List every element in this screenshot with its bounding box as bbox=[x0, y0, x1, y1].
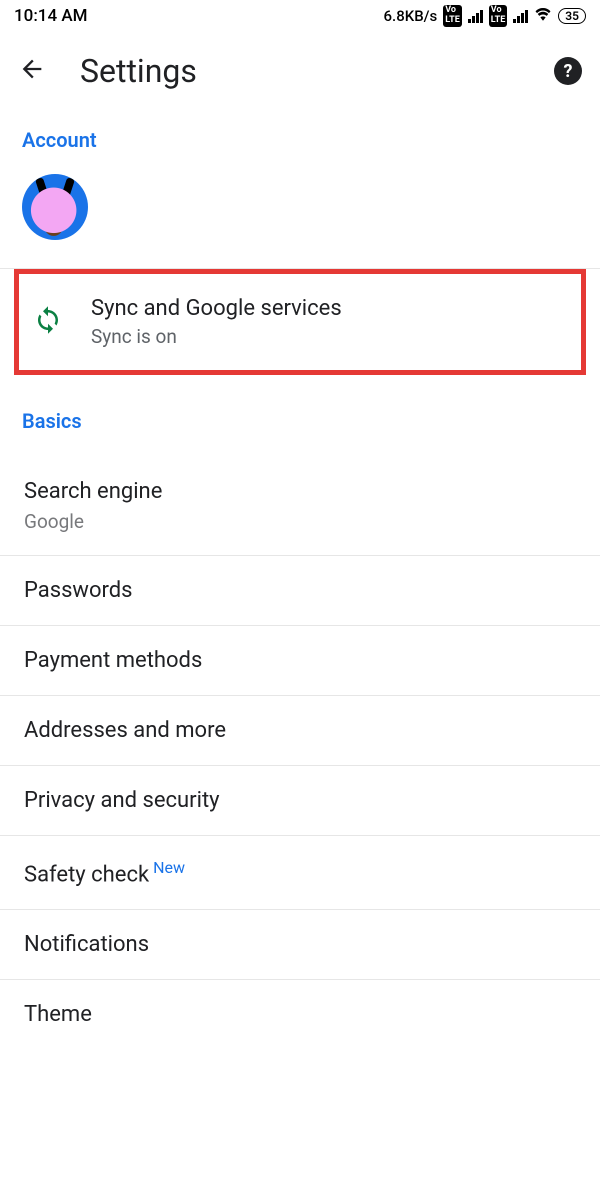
highlight-sync: Sync and Google services Sync is on bbox=[14, 269, 586, 375]
item-title: Notifications bbox=[24, 932, 576, 957]
item-title: Safety checkNew bbox=[24, 858, 576, 887]
wifi-icon bbox=[534, 5, 552, 28]
sync-text: Sync and Google services Sync is on bbox=[91, 296, 342, 348]
item-theme[interactable]: Theme bbox=[0, 979, 600, 1049]
item-subtitle: Google bbox=[24, 510, 576, 533]
status-time: 10:14 AM bbox=[14, 6, 88, 26]
sync-subtitle: Sync is on bbox=[91, 325, 342, 348]
battery-indicator: 35 bbox=[558, 8, 586, 24]
item-title: Theme bbox=[24, 1002, 576, 1027]
item-search-engine[interactable]: Search engine Google bbox=[0, 451, 600, 555]
sync-row[interactable]: Sync and Google services Sync is on bbox=[19, 274, 581, 370]
sync-icon bbox=[33, 305, 63, 339]
item-title: Privacy and security bbox=[24, 788, 576, 813]
item-title: Payment methods bbox=[24, 648, 576, 673]
item-addresses[interactable]: Addresses and more bbox=[0, 695, 600, 765]
signal-bars-2 bbox=[513, 9, 528, 23]
item-title: Addresses and more bbox=[24, 718, 576, 743]
page-title: Settings bbox=[80, 52, 520, 90]
volte-badge-2: VoLTE bbox=[489, 5, 508, 27]
new-badge: New bbox=[153, 858, 185, 877]
sync-title: Sync and Google services bbox=[91, 296, 342, 321]
signal-bars-1 bbox=[468, 9, 483, 23]
item-title: Search engine bbox=[24, 479, 576, 504]
basics-list: Search engine Google Passwords Payment m… bbox=[0, 451, 600, 1049]
section-label-basics: Basics bbox=[0, 375, 600, 451]
section-label-account: Account bbox=[0, 114, 600, 170]
status-bar: 10:14 AM 6.8KB/s VoLTE VoLTE 35 bbox=[0, 0, 600, 32]
status-right: 6.8KB/s VoLTE VoLTE 35 bbox=[384, 5, 587, 28]
volte-badge-1: VoLTE bbox=[443, 5, 462, 27]
status-net-speed: 6.8KB/s bbox=[384, 7, 438, 25]
avatar[interactable] bbox=[22, 174, 88, 240]
account-row[interactable] bbox=[0, 170, 600, 268]
item-payment-methods[interactable]: Payment methods bbox=[0, 625, 600, 695]
item-privacy-security[interactable]: Privacy and security bbox=[0, 765, 600, 835]
item-safety-check[interactable]: Safety checkNew bbox=[0, 835, 600, 909]
item-title-text: Safety check bbox=[24, 862, 149, 887]
back-button[interactable] bbox=[18, 55, 46, 87]
item-passwords[interactable]: Passwords bbox=[0, 555, 600, 625]
item-title: Passwords bbox=[24, 578, 576, 603]
item-notifications[interactable]: Notifications bbox=[0, 909, 600, 979]
app-bar: Settings ? bbox=[0, 32, 600, 114]
help-icon[interactable]: ? bbox=[554, 57, 582, 85]
